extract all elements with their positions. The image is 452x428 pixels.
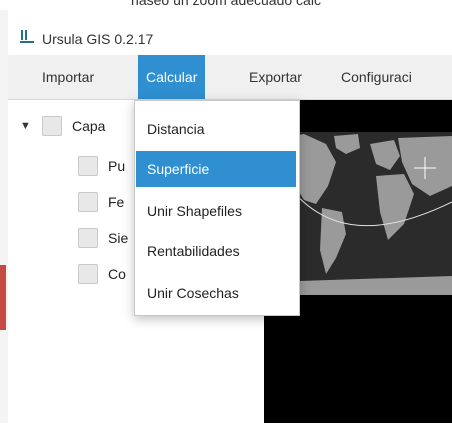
window-left-edge	[0, 10, 8, 423]
menu-exportar[interactable]: Exportar	[249, 55, 302, 99]
menu-configuracion[interactable]: Configuraci	[341, 55, 412, 99]
app-logo-icon	[18, 28, 36, 46]
expand-arrow-icon[interactable]: ▼	[20, 120, 34, 132]
menu-item-distancia[interactable]: Distancia	[136, 111, 296, 147]
layer-checkbox[interactable]	[78, 228, 98, 248]
menu-bar: Importar Calcular Exportar Configuraci	[8, 55, 452, 100]
menu-item-rentabilidades[interactable]: Rentabilidades	[136, 233, 296, 269]
layer-tree-root[interactable]: ▼ Capa	[20, 112, 105, 140]
layer-checkbox[interactable]	[78, 192, 98, 212]
menu-item-unir-shapefiles[interactable]: Unir Shapefiles	[136, 193, 296, 229]
layer-item[interactable]: Co	[78, 260, 126, 288]
layer-item[interactable]: Fe	[78, 188, 124, 216]
menu-importar[interactable]: Importar	[42, 55, 94, 99]
layer-label: Sie	[108, 230, 129, 246]
background-window-edge	[0, 265, 6, 330]
menu-item-superficie[interactable]: Superficie	[136, 151, 296, 187]
layer-root-label: Capa	[72, 118, 106, 134]
layer-item[interactable]: Pu	[78, 152, 125, 180]
layer-label: Co	[108, 266, 126, 282]
layer-item[interactable]: Sie	[78, 224, 128, 252]
menu-calcular[interactable]: Calcular	[138, 55, 206, 99]
layer-label: Fe	[108, 194, 125, 210]
layer-root-checkbox[interactable]	[42, 116, 62, 136]
layer-checkbox[interactable]	[78, 156, 98, 176]
layer-label: Pu	[108, 158, 126, 174]
menu-item-unir-cosechas[interactable]: Unir Cosechas	[136, 275, 296, 311]
top-caption: naseo un zoom adecuado calc	[131, 0, 321, 8]
window-title: Ursula GIS 0.2.17	[42, 31, 154, 47]
calcular-dropdown-menu: Distancia Superficie Unir Shapefiles Ren…	[134, 100, 300, 316]
layer-checkbox[interactable]	[78, 264, 98, 284]
title-bar: Ursula GIS 0.2.17	[8, 10, 452, 55]
